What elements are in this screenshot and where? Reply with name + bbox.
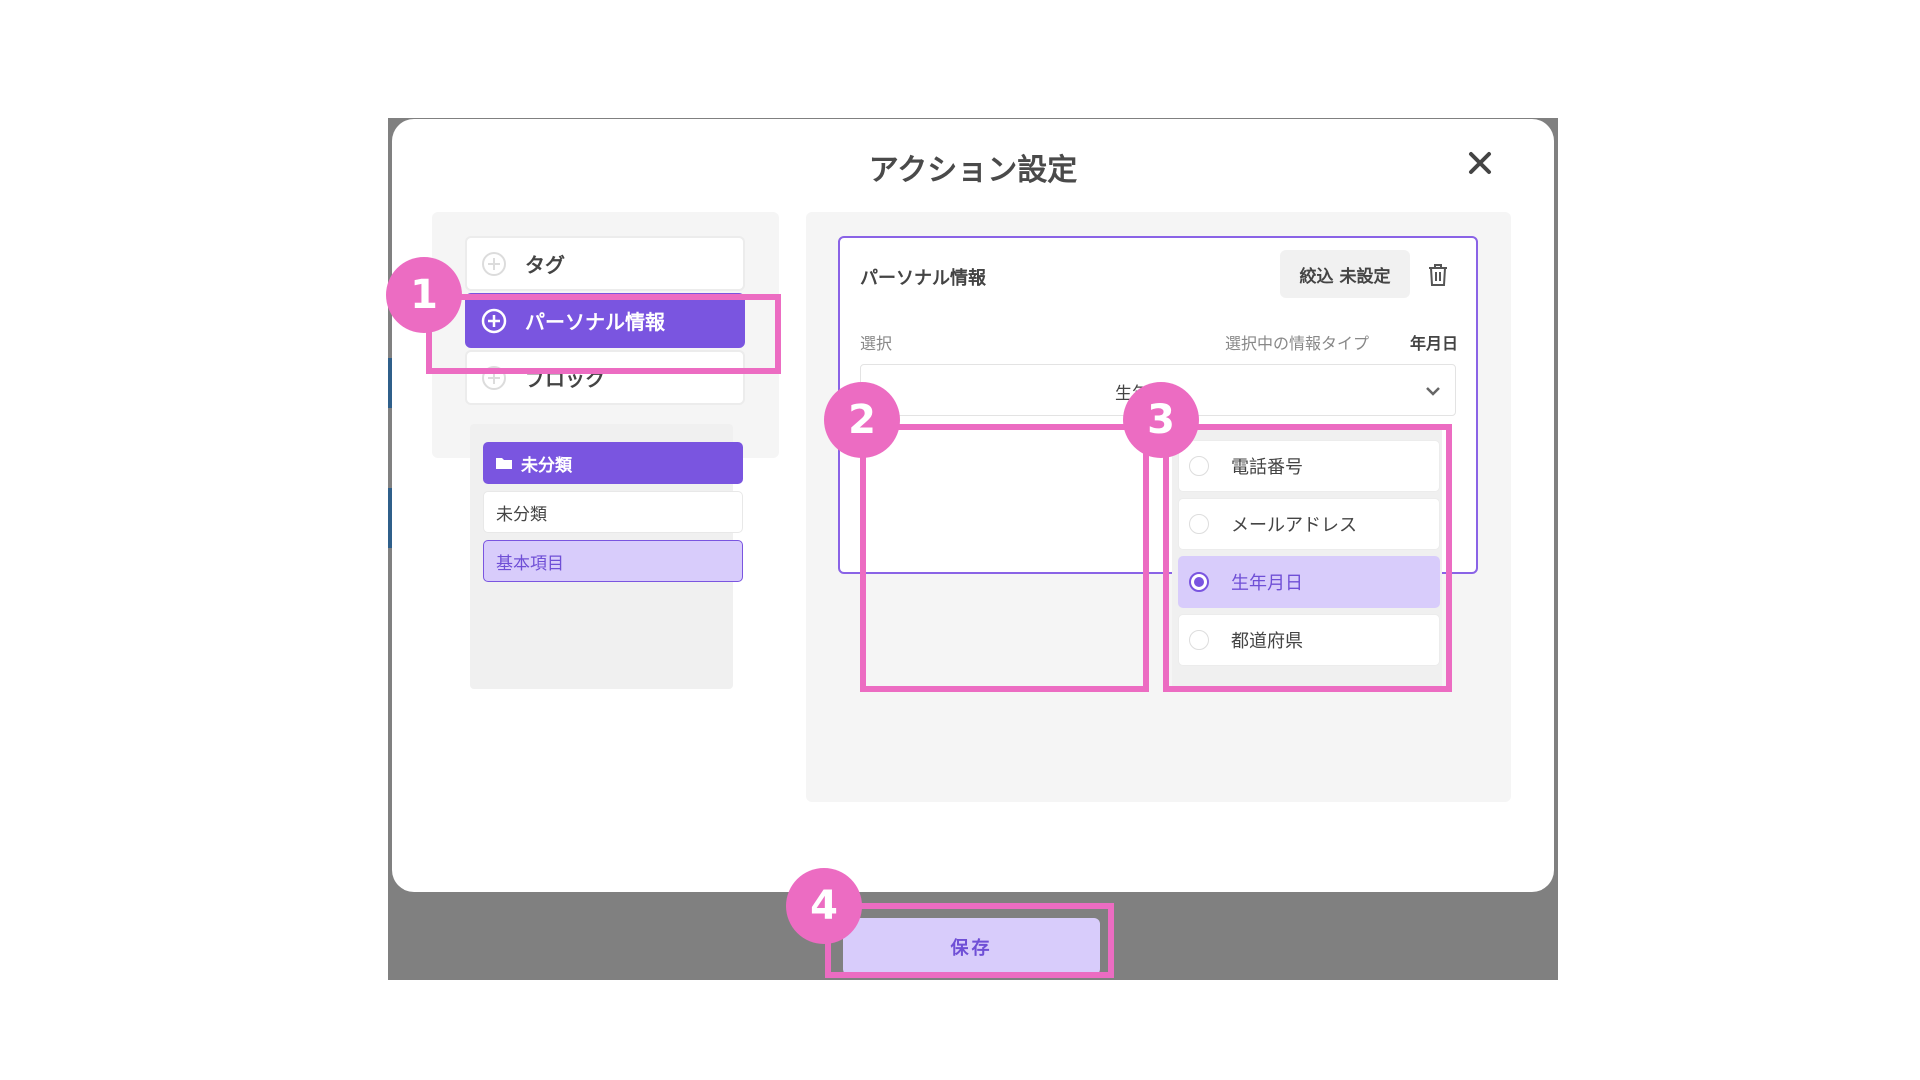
option-email[interactable]: メールアドレス (1178, 498, 1440, 550)
category-item[interactable]: 未分類 (483, 491, 743, 533)
plus-circle-icon (481, 308, 507, 333)
radio-button[interactable] (1189, 514, 1209, 534)
select-label: 選択 (860, 334, 893, 353)
folder-icon (496, 458, 512, 469)
info-type-options: 電話番号 メールアドレス 生年月日 都道府県 (1172, 424, 1442, 689)
step-badge-3: 3 (1123, 382, 1199, 458)
category-header-label: 未分類 (521, 455, 572, 476)
step-badge-2: 2 (824, 382, 900, 458)
option-label: 生年月日 (1231, 573, 1303, 594)
action-item-label: タグ (525, 253, 565, 277)
option-label: 電話番号 (1231, 457, 1303, 478)
card-title: パーソナル情報 (860, 268, 986, 289)
step-badge-4: 4 (786, 868, 862, 944)
close-button[interactable] (1460, 143, 1500, 183)
plus-circle-icon (482, 251, 506, 276)
action-item-tag[interactable]: タグ (465, 236, 745, 291)
plus-circle-icon (482, 365, 506, 390)
radio-button-checked[interactable] (1189, 572, 1209, 592)
action-item-label: パーソナル情報 (525, 310, 665, 334)
close-icon (1469, 152, 1491, 174)
radio-button[interactable] (1189, 456, 1209, 476)
option-label: メールアドレス (1231, 515, 1357, 536)
action-item-label: ブロック (525, 367, 605, 391)
save-button[interactable]: 保存 (843, 918, 1100, 975)
option-birthdate[interactable]: 生年月日 (1178, 556, 1440, 608)
radio-button[interactable] (1189, 630, 1209, 650)
trash-icon (1429, 264, 1447, 286)
action-type-panel: タグ パーソナル情報 ブロック (432, 212, 779, 458)
category-list: 未分類 未分類 基本項目 (470, 424, 743, 689)
option-phone[interactable]: 電話番号 (1178, 440, 1440, 492)
category-header[interactable]: 未分類 (483, 442, 743, 484)
action-item-personal-info[interactable]: パーソナル情報 (465, 293, 745, 348)
chevron-down-icon (1426, 387, 1440, 396)
option-label: 都道府県 (1231, 631, 1303, 652)
delete-button[interactable] (1424, 260, 1452, 290)
action-item-block[interactable]: ブロック (465, 350, 745, 405)
option-prefecture[interactable]: 都道府県 (1178, 614, 1440, 666)
info-type-value: 年月日 (1410, 334, 1459, 353)
info-type-label: 選択中の情報タイプ (1225, 334, 1370, 353)
category-item-selected[interactable]: 基本項目 (483, 540, 743, 582)
step-badge-1: 1 (386, 257, 462, 333)
modal-title: アクション設定 (868, 153, 1078, 188)
filter-button[interactable]: 絞込 未設定 (1280, 250, 1410, 298)
